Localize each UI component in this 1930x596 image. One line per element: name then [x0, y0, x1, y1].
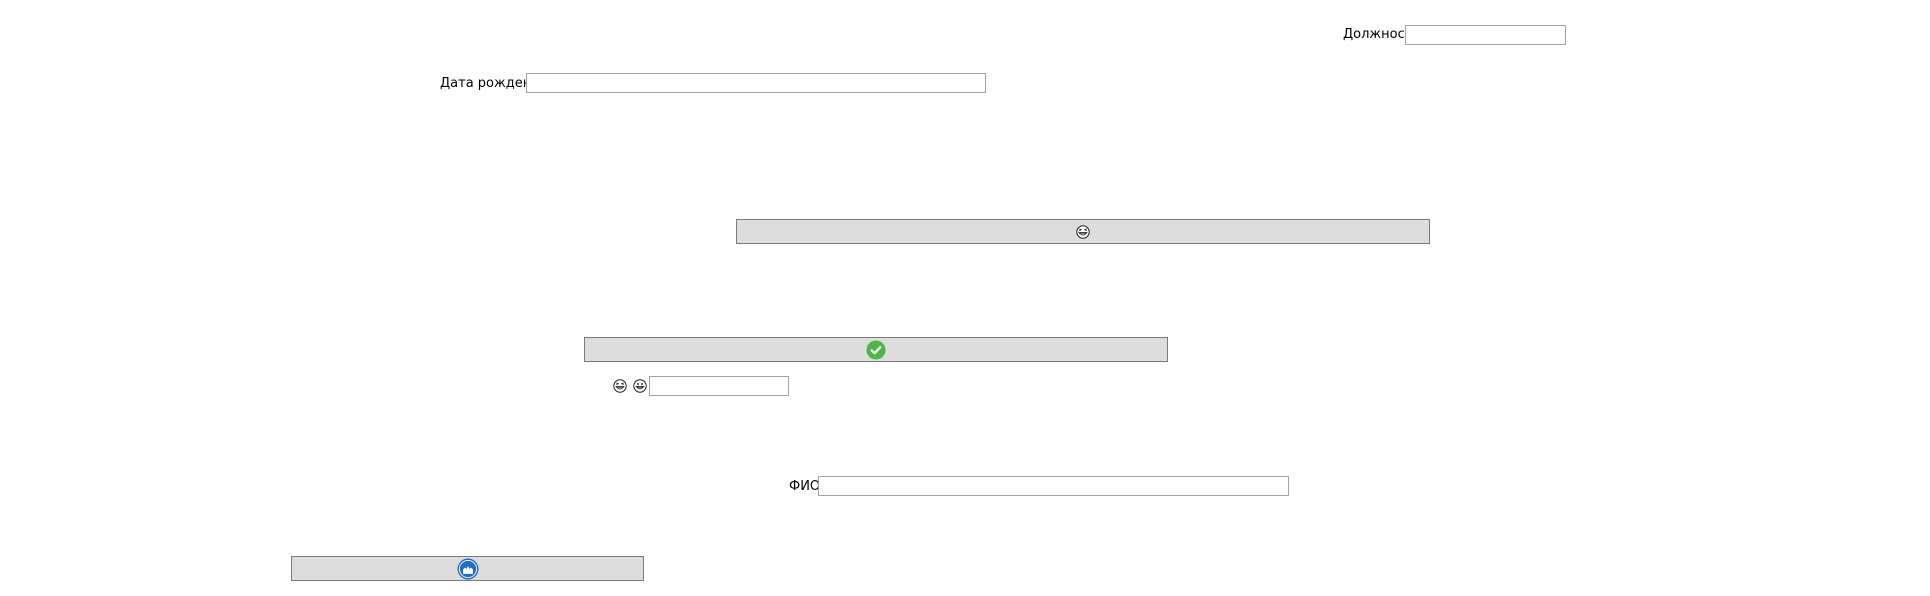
birthdate-input[interactable]: [526, 73, 986, 93]
emoji-button[interactable]: [736, 219, 1430, 244]
green-checkmark-circle-icon: [866, 340, 886, 360]
grinning-squinting-face-icon: [1076, 224, 1090, 239]
blue-badge-button[interactable]: [291, 556, 644, 581]
grinning-face-icon: [633, 379, 647, 393]
confirm-button[interactable]: [584, 337, 1168, 362]
position-input[interactable]: [1405, 25, 1566, 45]
blue-badge-icon: [457, 558, 479, 580]
fullname-label: ФИО: [789, 479, 821, 494]
emoji-text-input[interactable]: [649, 376, 789, 396]
grinning-squinting-face-icon: [613, 379, 627, 393]
fullname-input[interactable]: [818, 476, 1289, 496]
